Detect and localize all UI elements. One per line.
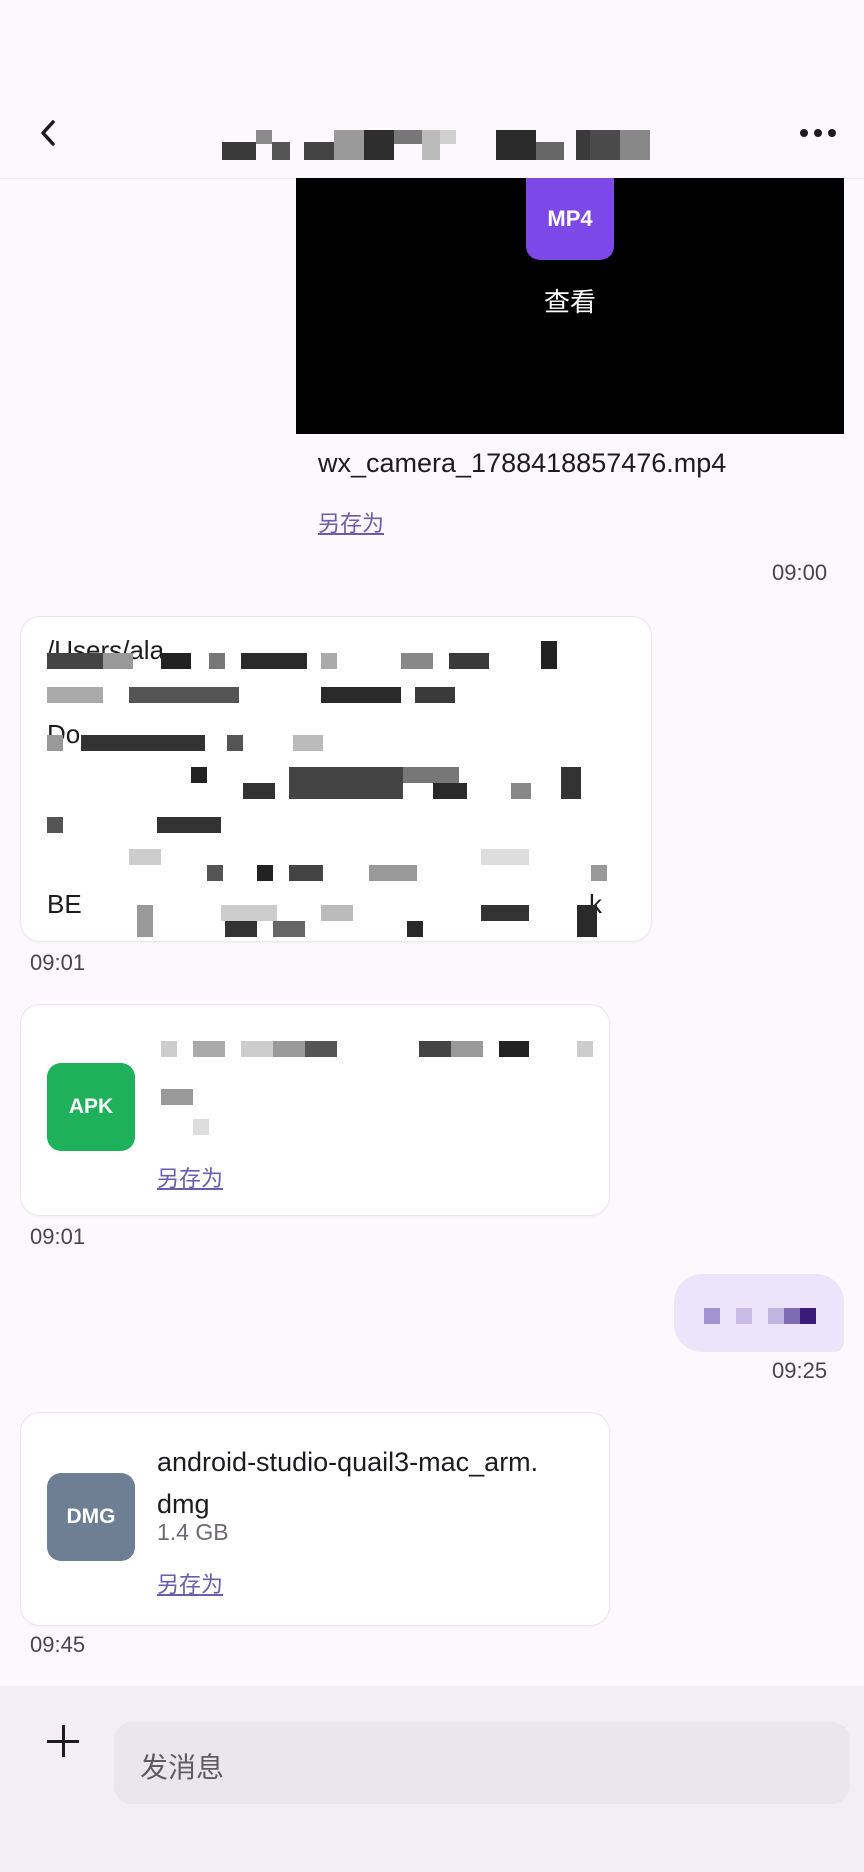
message-time: 09:45 (30, 1632, 86, 1657)
mp4-file-icon: MP4 (526, 178, 614, 260)
file-size: 1.4 GB (157, 1519, 229, 1545)
message-input[interactable]: 发消息 (114, 1722, 850, 1804)
video-preview[interactable]: MP4 查看 (296, 178, 844, 434)
file-message-apk[interactable]: APK 另存为 (20, 1004, 610, 1216)
message-time: 09:25 (772, 1358, 828, 1383)
more-button[interactable] (792, 110, 844, 156)
message-time: 09:00 (772, 560, 828, 585)
path-fragment-3: BE (47, 889, 82, 919)
more-horizontal-icon (800, 129, 808, 137)
save-as-link-apk[interactable]: 另存为 (157, 1161, 223, 1193)
plus-icon[interactable] (38, 1716, 88, 1766)
message-time: 09:01 (30, 1224, 86, 1249)
message-time: 09:01 (30, 950, 86, 975)
video-filename: wx_camera_1788418857476.mp4 (318, 448, 727, 478)
message-composer: 发消息 (0, 1686, 864, 1872)
dmg-filename-line1: android-studio-quail3-mac_arm. (157, 1447, 539, 1477)
chat-title (222, 124, 662, 160)
save-as-link-dmg[interactable]: 另存为 (157, 1567, 223, 1599)
chevron-left-icon (41, 120, 55, 146)
dmg-filename: android-studio-quail3-mac_arm. dmg (157, 1441, 538, 1525)
top-app-bar (0, 0, 864, 179)
message-input-placeholder: 发消息 (140, 1751, 225, 1784)
save-as-link-video[interactable]: 另存为 (318, 506, 384, 538)
file-message-dmg[interactable]: DMG android-studio-quail3-mac_arm. dmg 1… (20, 1412, 610, 1626)
dmg-file-icon: DMG (47, 1473, 135, 1561)
back-button[interactable] (28, 110, 68, 156)
apk-file-icon: APK (47, 1063, 135, 1151)
view-label[interactable]: 查看 (296, 282, 844, 319)
outgoing-message-bubble[interactable] (674, 1274, 844, 1352)
text-message-bubble[interactable]: /Users/ala Do BE k (20, 616, 652, 942)
